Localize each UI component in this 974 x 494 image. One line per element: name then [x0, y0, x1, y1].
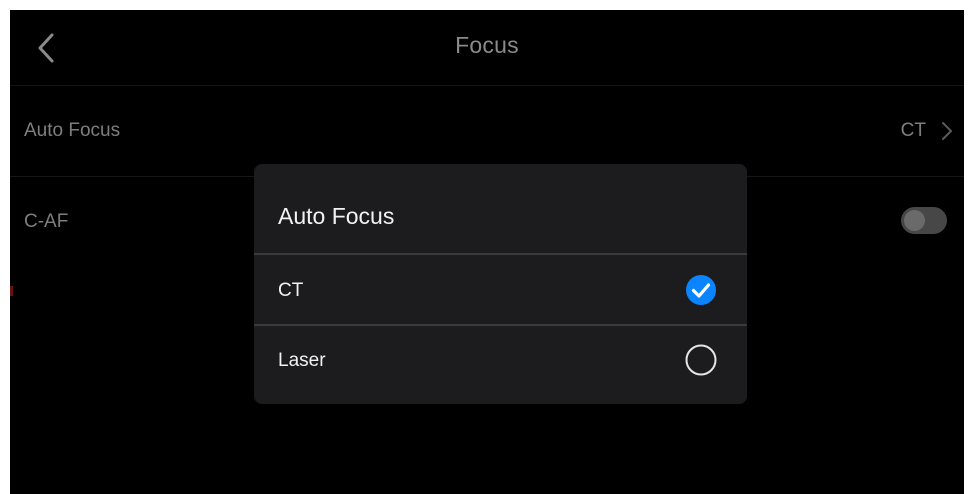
chevron-right-icon	[942, 122, 952, 140]
option-laser[interactable]: Laser	[254, 325, 747, 395]
auto-focus-value: CT	[900, 120, 926, 141]
radio-unchecked-icon	[685, 344, 717, 376]
option-ct-label: CT	[278, 280, 304, 301]
dialog-title: Auto Focus	[278, 203, 395, 229]
focus-settings-screen: Focus Auto Focus CT C-AF Auto Focus CT L…	[10, 10, 964, 494]
auto-focus-label: Auto Focus	[24, 120, 121, 141]
header-bar: Focus	[10, 10, 964, 86]
caf-label: C-AF	[24, 211, 69, 232]
toggle-knob	[904, 210, 925, 231]
option-laser-label: Laser	[278, 350, 326, 371]
edge-indicator	[10, 286, 13, 296]
option-ct[interactable]: CT	[254, 255, 747, 325]
page-title: Focus	[455, 32, 519, 58]
caf-toggle[interactable]	[901, 207, 947, 234]
radio-checked-icon	[686, 275, 716, 305]
auto-focus-dialog: Auto Focus CT Laser	[254, 164, 747, 404]
